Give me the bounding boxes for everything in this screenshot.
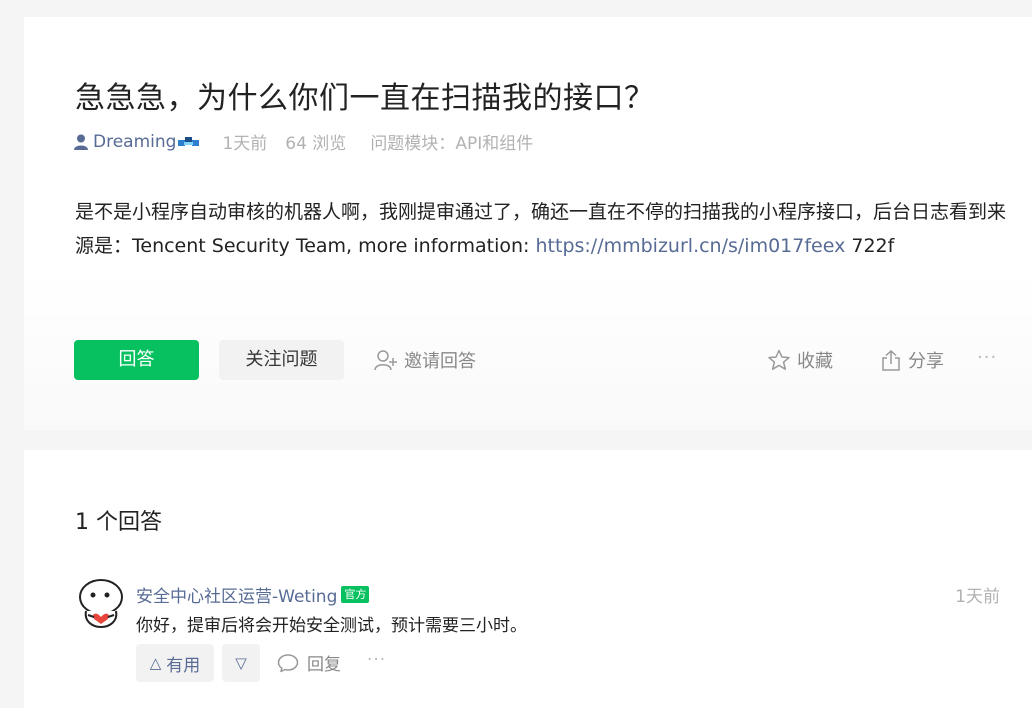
question-module[interactable]: API和组件 [455, 129, 533, 154]
question-module-label: 问题模块： [370, 134, 456, 154]
question-card: 急急急，为什么你们一直在扫描我的接口？ Dreaming 1天前 64 浏览 问… [24, 17, 1032, 430]
answer-more-button[interactable]: ··· [367, 650, 386, 670]
invite-answer-button[interactable]: 邀请回答 [374, 347, 476, 373]
share-icon [882, 349, 900, 371]
more-options-button[interactable]: ··· [977, 347, 997, 368]
badge-icon [178, 137, 200, 146]
not-useful-button[interactable]: ▽ [222, 644, 260, 682]
answer-count: 1 个回答 [75, 510, 162, 535]
thumb-up-icon: △ [149, 654, 162, 672]
answer-time: 1天前 [955, 587, 1000, 607]
answer-button[interactable]: 回答 [74, 340, 199, 380]
question-author[interactable]: Dreaming [93, 132, 176, 152]
question-meta: Dreaming 1天前 64 浏览 问题模块： API和组件 [74, 129, 533, 154]
share-label: 分享 [908, 351, 944, 372]
follow-question-button[interactable]: 关注问题 [219, 340, 344, 380]
useful-button[interactable]: △ 有用 [136, 644, 214, 682]
favorite-label: 收藏 [797, 351, 833, 372]
useful-label: 有用 [166, 655, 201, 676]
reply-icon [277, 653, 299, 672]
answers-card: 1 个回答 安全中心社区运营-Weting 官方 1天前 你好，提审后将会开始安… [24, 450, 1032, 708]
reply-label: 回复 [307, 655, 341, 675]
invite-icon [374, 350, 397, 371]
question-body-link[interactable]: https://mmbizurl.cn/s/im017feex [536, 235, 846, 257]
question-views: 64 浏览 [285, 134, 347, 154]
favorite-button[interactable]: 收藏 [767, 347, 833, 373]
avatar[interactable] [76, 577, 126, 629]
reply-button[interactable]: 回复 [277, 650, 341, 675]
official-badge: 官方 [341, 586, 370, 603]
thumb-down-icon: ▽ [235, 654, 247, 672]
question-body: 是不是小程序自动审核的机器人啊，我刚提审通过了，确还一直在不停的扫描我的小程序接… [75, 195, 1015, 263]
user-icon [74, 134, 88, 150]
answer-text: 你好，提审后将会开始安全测试，预计需要三小时。 [136, 616, 527, 636]
star-icon [768, 349, 790, 370]
question-body-tail: 722f [845, 235, 895, 257]
answer-author[interactable]: 安全中心社区运营-Weting [136, 582, 337, 607]
share-button[interactable]: 分享 [880, 347, 944, 373]
question-time: 1天前 [222, 134, 268, 154]
answer-author-row: 安全中心社区运营-Weting 官方 [136, 582, 370, 607]
question-title: 急急急，为什么你们一直在扫描我的接口？ [75, 81, 655, 116]
invite-answer-label: 邀请回答 [404, 351, 476, 372]
